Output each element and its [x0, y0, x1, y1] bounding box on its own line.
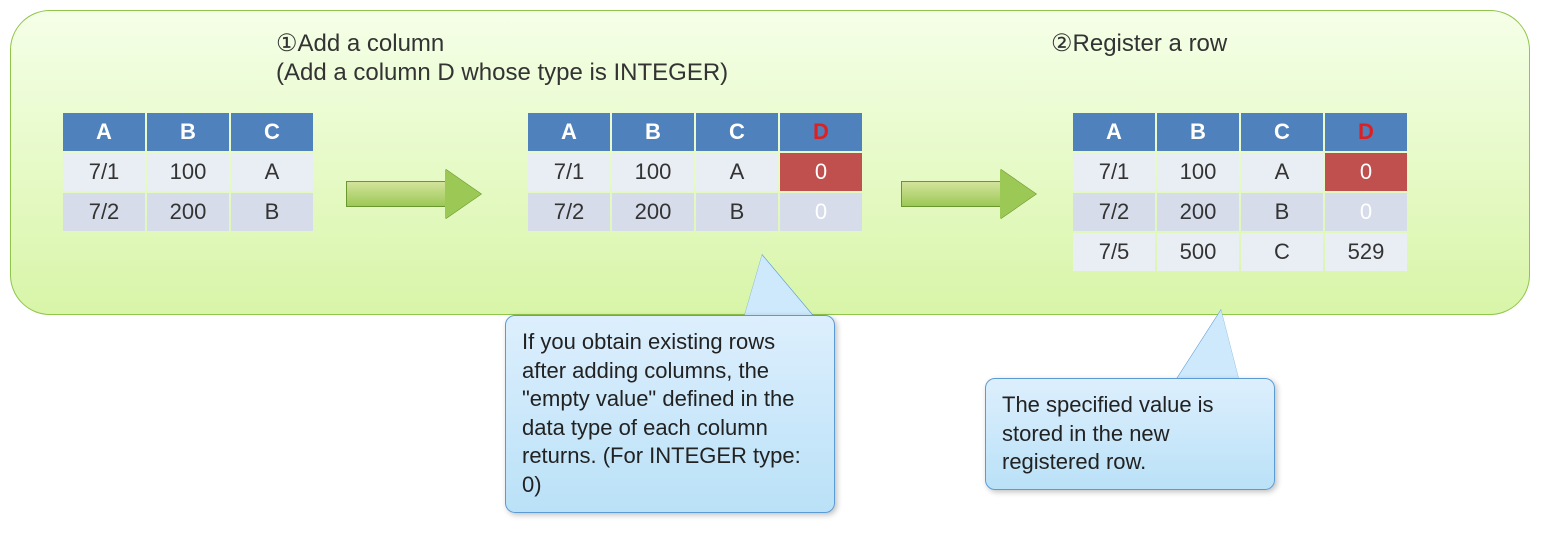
cell: 7/2 — [63, 193, 145, 231]
cell: 200 — [612, 193, 694, 231]
cell: B — [696, 193, 778, 231]
column-header: A — [528, 113, 610, 151]
table-row: 7/1100A — [63, 153, 313, 191]
table-row: 7/2200B0 — [1073, 193, 1407, 231]
cell: 0 — [780, 193, 862, 231]
cell: A — [696, 153, 778, 191]
table-row: 7/1100A0 — [528, 153, 862, 191]
column-header: A — [63, 113, 145, 151]
table-after-add-column: ABCD7/1100A07/2200B0 — [526, 111, 864, 233]
cell: B — [1241, 193, 1323, 231]
column-header: C — [1241, 113, 1323, 151]
cell: 100 — [612, 153, 694, 191]
column-header: C — [231, 113, 313, 151]
callout-text: If you obtain existing rows after adding… — [522, 329, 801, 497]
table-row: 7/2200B — [63, 193, 313, 231]
callout-empty-value: If you obtain existing rows after adding… — [505, 315, 835, 513]
arrow-icon — [346, 169, 481, 219]
cell: 0 — [780, 153, 862, 191]
column-header: B — [147, 113, 229, 151]
cell: 529 — [1325, 233, 1407, 271]
cell: 7/1 — [1073, 153, 1155, 191]
cell: B — [231, 193, 313, 231]
column-header: B — [612, 113, 694, 151]
step1-title: ①Add a column — [276, 29, 444, 58]
cell: 200 — [1157, 193, 1239, 231]
cell: 100 — [147, 153, 229, 191]
cell: 200 — [147, 193, 229, 231]
callout-new-row: The specified value is stored in the new… — [985, 378, 1275, 490]
cell: 7/5 — [1073, 233, 1155, 271]
column-header: D — [1325, 113, 1407, 151]
cell: 7/2 — [528, 193, 610, 231]
callout-text: The specified value is stored in the new… — [1002, 392, 1214, 474]
column-header: B — [1157, 113, 1239, 151]
cell: 7/1 — [63, 153, 145, 191]
cell: A — [1241, 153, 1323, 191]
cell: C — [1241, 233, 1323, 271]
step2-title: ②Register a row — [1051, 29, 1227, 58]
table-row: 7/1100A0 — [1073, 153, 1407, 191]
callout-tail — [1176, 310, 1239, 380]
cell: 100 — [1157, 153, 1239, 191]
cell: A — [231, 153, 313, 191]
cell: 500 — [1157, 233, 1239, 271]
table-row: 7/2200B0 — [528, 193, 862, 231]
arrow-icon — [901, 169, 1036, 219]
table-after-register-row: ABCD7/1100A07/2200B07/5500C529 — [1071, 111, 1409, 273]
table-before: ABC7/1100A7/2200B — [61, 111, 315, 233]
column-header: C — [696, 113, 778, 151]
step1-subtitle: (Add a column D whose type is INTEGER) — [276, 59, 728, 87]
cell: 0 — [1325, 193, 1407, 231]
cell: 7/1 — [528, 153, 610, 191]
callout-tail — [744, 255, 814, 317]
column-header: D — [780, 113, 862, 151]
cell: 0 — [1325, 153, 1407, 191]
column-header: A — [1073, 113, 1155, 151]
cell: 7/2 — [1073, 193, 1155, 231]
table-row: 7/5500C529 — [1073, 233, 1407, 271]
